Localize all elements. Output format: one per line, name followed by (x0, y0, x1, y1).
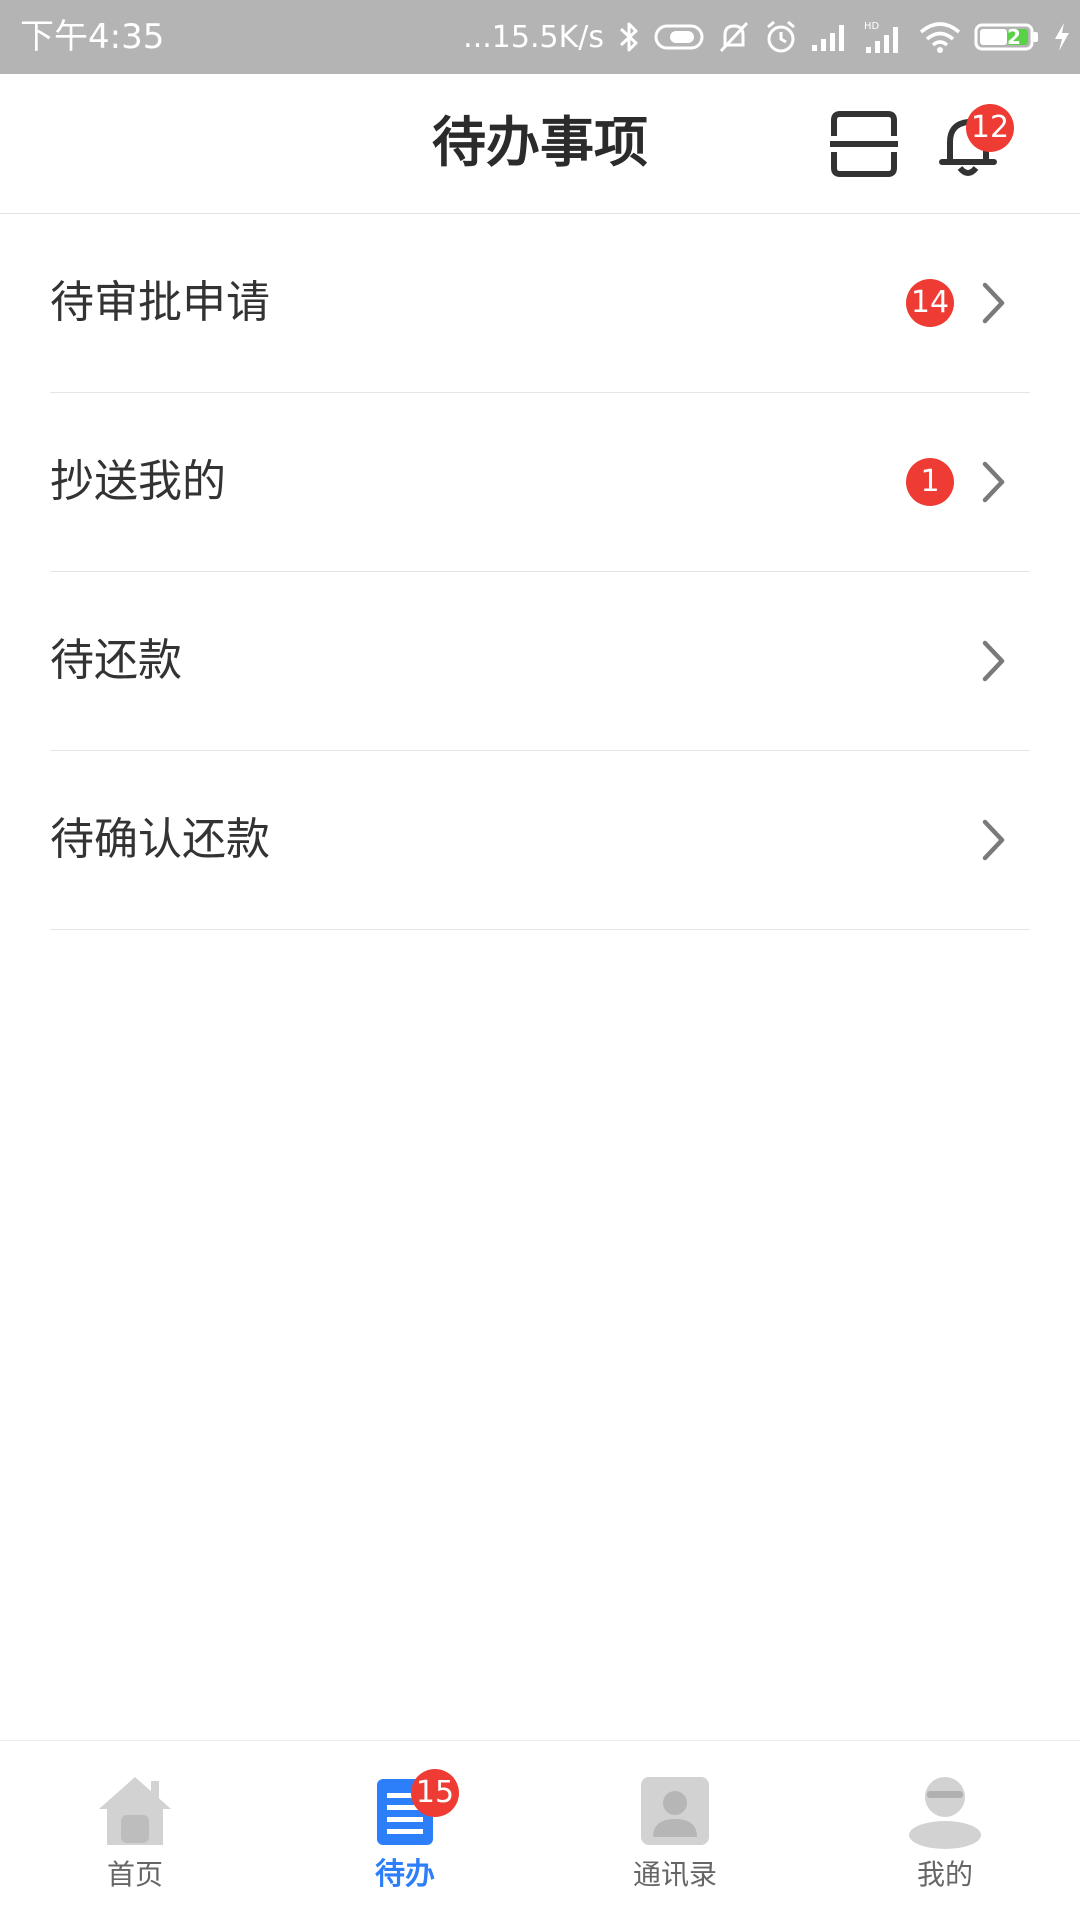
notification-badge: 12 (966, 104, 1014, 152)
list-item-pending-repayment[interactable]: 待还款 (50, 572, 1030, 751)
scan-icon (830, 111, 898, 177)
mute-icon (719, 21, 749, 53)
tab-label: 首页 (106, 1858, 163, 1891)
list-item-cc-me[interactable]: 抄送我的 1 (50, 393, 1030, 572)
top-header: 待办事项 12 (0, 74, 1080, 214)
tab-label: 我的 (916, 1858, 973, 1891)
status-bar: 下午4:35 ...15.5K/s HD 52 (0, 0, 1080, 74)
home-icon (99, 1777, 171, 1845)
network-speed: ...15.5K/s (463, 19, 604, 55)
count-badge: 1 (906, 458, 954, 506)
battery-level: 52 (993, 25, 1021, 49)
status-time: 下午4:35 (20, 17, 165, 57)
tab-contacts[interactable]: 通讯录 (540, 1741, 810, 1920)
scan-button[interactable] (828, 108, 900, 180)
chevron-right-icon (982, 819, 1005, 861)
bottom-tab-bar: 首页 15 待办 通讯录 我的 (0, 1740, 1080, 1920)
contacts-icon (641, 1777, 709, 1845)
signal-icon (812, 25, 844, 51)
list-item-pending-approval[interactable]: 待审批申请 14 (50, 214, 1030, 393)
svg-text:HD: HD (864, 21, 880, 32)
tab-profile[interactable]: 我的 (810, 1741, 1080, 1920)
tab-todo[interactable]: 15 待办 (270, 1741, 540, 1920)
tab-badge: 15 (411, 1769, 459, 1817)
list-item-label: 抄送我的 (50, 456, 226, 507)
chevron-right-icon (982, 461, 1005, 503)
tab-label: 待办 (375, 1857, 435, 1892)
hd-signal-icon: HD (864, 21, 898, 53)
bluetooth-icon (619, 22, 638, 52)
profile-icon (909, 1777, 981, 1849)
app-screen: 下午4:35 ...15.5K/s HD 52 待办事项 12 待审批申请 14… (0, 0, 1080, 1920)
page-title: 待办事项 (432, 111, 648, 174)
charging-icon (1055, 23, 1069, 51)
list-item-label: 待还款 (50, 635, 182, 686)
tab-label: 通讯录 (632, 1858, 717, 1891)
count-badge: 14 (906, 279, 954, 327)
list-item-label: 待审批申请 (50, 277, 270, 328)
tab-home[interactable]: 首页 (0, 1741, 270, 1920)
list-item-confirm-repayment[interactable]: 待确认还款 (50, 751, 1030, 930)
battery-icon: 52 (974, 22, 1040, 52)
alarm-icon (767, 20, 795, 53)
toggle-icon (654, 24, 704, 50)
todo-list: 待审批申请 14 抄送我的 1 待还款 待确认还款 (0, 214, 1080, 930)
wifi-icon (919, 22, 961, 53)
chevron-right-icon (982, 640, 1005, 682)
chevron-right-icon (982, 282, 1005, 324)
list-item-label: 待确认还款 (50, 814, 270, 865)
status-icons: ...15.5K/s HD 52 (463, 0, 1072, 74)
